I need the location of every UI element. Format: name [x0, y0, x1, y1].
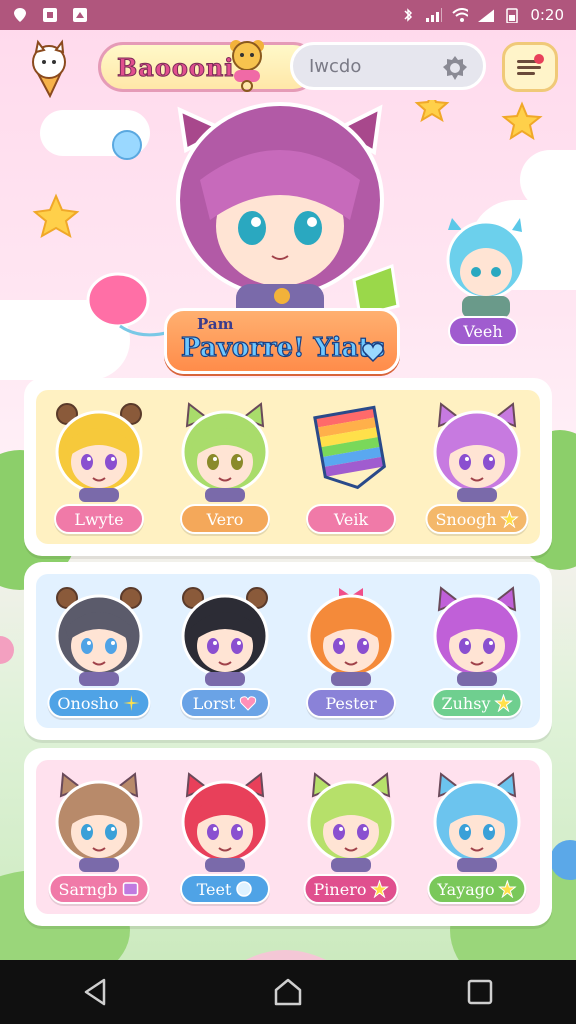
- menu-button[interactable]: [502, 42, 558, 92]
- gift-box-icon: [122, 882, 139, 896]
- clock-time: 0:20: [530, 6, 564, 24]
- hero-title-banner: Pam Pavorre! Yiats: [164, 308, 400, 374]
- character-portrait: [433, 772, 521, 872]
- app-logo[interactable]: [18, 36, 80, 99]
- hero-section: Pam Pavorre! Yiats Veeh: [0, 100, 576, 380]
- bear-mascot-icon: [230, 40, 264, 92]
- character-name: Zuhsy: [441, 693, 491, 713]
- battery-icon: [504, 7, 520, 23]
- character-card[interactable]: Lorst: [169, 582, 281, 722]
- character-card[interactable]: Lwyte: [43, 398, 155, 538]
- top-bar: Baoooni Iwcdo: [0, 36, 576, 102]
- side-character-label[interactable]: Veeh: [448, 316, 518, 346]
- side-character-illustration: [446, 218, 526, 318]
- menu-icon: [517, 54, 544, 75]
- character-card[interactable]: Pester: [295, 582, 407, 722]
- cat-ice-cream-icon: [32, 39, 66, 99]
- character-name: Vero: [206, 509, 244, 529]
- character-name: Onosho: [57, 693, 119, 713]
- recents-icon[interactable]: [464, 976, 496, 1008]
- search-placeholder: Iwcdo: [309, 55, 362, 77]
- signal-icon: [426, 7, 443, 23]
- character-label[interactable]: Pinero: [303, 874, 399, 904]
- main-character-illustration: [176, 102, 400, 332]
- character-row-panel: Onosho Lorst Pester Zuhsy: [24, 562, 552, 740]
- bluetooth-icon: [400, 7, 416, 23]
- character-portrait: [181, 587, 269, 686]
- character-label[interactable]: Sarngb: [48, 874, 150, 904]
- character-portrait: [181, 402, 269, 502]
- character-name: Lorst: [192, 693, 236, 713]
- character-row-panel: Lwyte Vero Veik Snoogh: [24, 378, 552, 556]
- character-label[interactable]: Lorst: [180, 688, 270, 718]
- app-title: Baoooni: [116, 52, 235, 82]
- character-portrait: [313, 405, 386, 490]
- character-label[interactable]: Zuhsy: [431, 688, 523, 718]
- character-label[interactable]: Yayago: [427, 874, 527, 904]
- character-portrait: [433, 586, 521, 686]
- character-name: Pinero: [313, 879, 367, 899]
- character-row: Onosho Lorst Pester Zuhsy: [36, 574, 540, 728]
- star-icon: [494, 694, 513, 712]
- star-icon: [370, 880, 389, 898]
- character-label[interactable]: Pester: [306, 688, 396, 718]
- character-name: Pester: [325, 693, 377, 713]
- hero-title: Pavorre! Yiats: [180, 332, 386, 363]
- character-row: Sarngb Teet Pinero Yayago: [36, 760, 540, 914]
- character-row-inner: Lwyte Vero Veik Snoogh: [36, 390, 540, 544]
- character-portrait: [181, 772, 269, 872]
- location-icon: [12, 7, 28, 23]
- character-card[interactable]: Sarngb: [43, 768, 155, 908]
- character-label[interactable]: Snoogh: [425, 504, 529, 534]
- character-card[interactable]: Onosho: [43, 582, 155, 722]
- star-icon: [500, 510, 519, 528]
- character-card[interactable]: Yayago: [421, 768, 533, 908]
- character-name: Sarngb: [58, 879, 118, 899]
- notification-icon: [42, 7, 58, 23]
- cell-signal-icon: [478, 7, 495, 23]
- chat-bubble-icon: [236, 881, 253, 897]
- status-bar: 0:20: [0, 0, 576, 30]
- side-character-label-text: Veeh: [463, 321, 503, 341]
- character-card[interactable]: Vero: [169, 398, 281, 538]
- character-card[interactable]: Pinero: [295, 768, 407, 908]
- character-portrait: [55, 403, 143, 502]
- settings-gear-icon[interactable]: [441, 54, 469, 82]
- character-name: Yayago: [437, 879, 495, 899]
- character-label[interactable]: Vero: [180, 504, 270, 534]
- character-name: Lwyte: [74, 509, 124, 529]
- system-nav-bar: [0, 960, 576, 1024]
- home-icon[interactable]: [272, 976, 304, 1008]
- character-card[interactable]: Snoogh: [421, 398, 533, 538]
- character-name: Veik: [333, 509, 369, 529]
- character-portrait: [55, 772, 143, 872]
- character-label[interactable]: Teet: [180, 874, 270, 904]
- character-label[interactable]: Onosho: [47, 688, 151, 718]
- character-label[interactable]: Veik: [306, 504, 396, 534]
- character-card[interactable]: Veik: [295, 398, 407, 538]
- character-row-inner: Sarngb Teet Pinero Yayago: [36, 760, 540, 914]
- character-portrait: [307, 772, 395, 872]
- character-row-inner: Onosho Lorst Pester Zuhsy: [36, 574, 540, 728]
- character-card[interactable]: Teet: [169, 768, 281, 908]
- sparkle-icon: [123, 695, 140, 711]
- character-name: Snoogh: [435, 509, 497, 529]
- app-title-pill[interactable]: Baoooni: [98, 42, 318, 92]
- wifi-icon: [452, 7, 469, 23]
- search-field[interactable]: Iwcdo: [290, 42, 486, 90]
- character-portrait: [307, 588, 395, 686]
- character-row: Lwyte Vero Veik Snoogh: [36, 390, 540, 544]
- heart-icon: [362, 342, 384, 363]
- app-notification-icon: [72, 7, 88, 23]
- character-name: Teet: [196, 879, 232, 899]
- character-portrait: [55, 587, 143, 686]
- heart-icon: [240, 696, 257, 711]
- character-row-panel: Sarngb Teet Pinero Yayago: [24, 748, 552, 926]
- back-icon[interactable]: [80, 976, 112, 1008]
- hero-subtitle: Pam: [197, 315, 234, 333]
- character-label[interactable]: Lwyte: [54, 504, 144, 534]
- character-portrait: [433, 402, 521, 502]
- star-icon: [498, 880, 517, 898]
- character-card[interactable]: Zuhsy: [421, 582, 533, 722]
